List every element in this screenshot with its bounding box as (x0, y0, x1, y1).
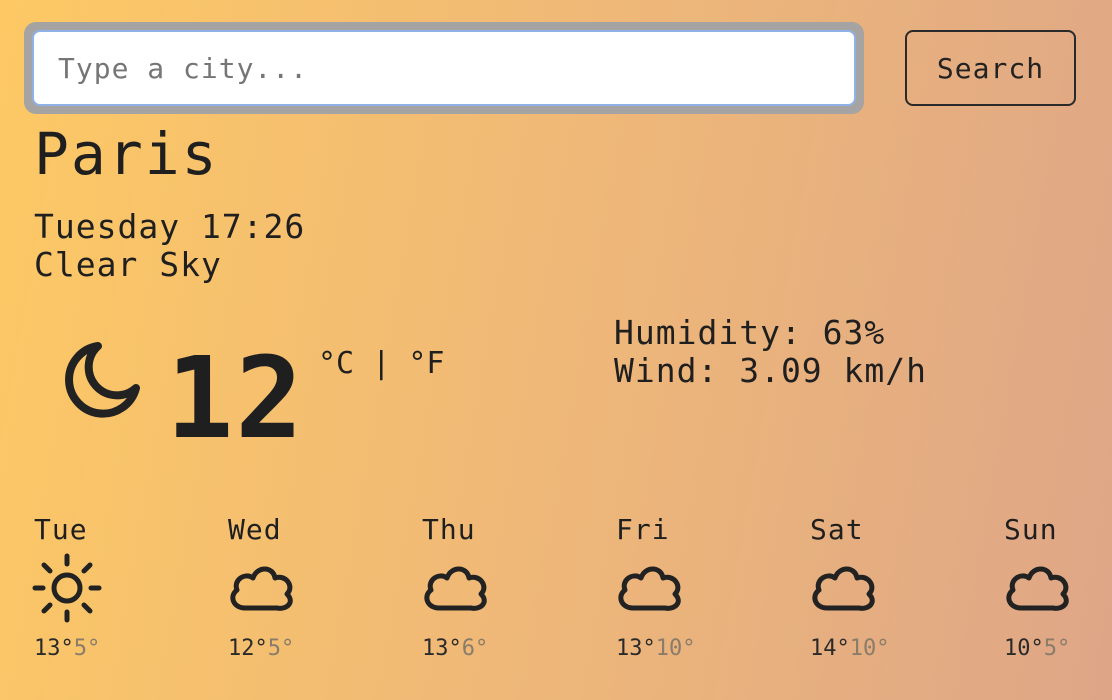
forecast-min-temp: 5° (267, 636, 295, 661)
conditions: Humidity: 63% Wind: 3.09 km/h (614, 314, 927, 390)
forecast-day-name: Sun (1004, 513, 1058, 546)
forecast-max-temp: 10° (1004, 636, 1044, 661)
cloud-icon (613, 552, 685, 624)
unit-toggle: °C | °F (318, 344, 444, 384)
forecast-day-name: Sat (810, 513, 864, 546)
forecast-min-temp: 10° (655, 636, 696, 661)
forecast-day: Wed 12°5° (228, 512, 348, 662)
search-input-wrapper (24, 22, 864, 114)
forecast-max-temp: 13° (616, 636, 656, 661)
forecast: Tue 13°5° Wed 12°5° Thu 13°6° Fri 13°10°… (31, 512, 1094, 682)
search-button[interactable]: Search (905, 30, 1076, 106)
celsius-link[interactable]: °C (318, 346, 354, 381)
humidity: Humidity: 63% (614, 313, 886, 352)
cloud-icon (225, 552, 297, 624)
forecast-day-name: Fri (616, 513, 670, 546)
forecast-day: Sun 10°5° (1004, 512, 1112, 662)
sun-icon (31, 552, 103, 624)
forecast-min-temp: 5° (1043, 636, 1071, 661)
forecast-max-temp: 12° (228, 636, 268, 661)
forecast-min-temp: 10° (849, 636, 890, 661)
date-time: Tuesday 17:26 (34, 207, 306, 246)
cloud-icon (1001, 552, 1073, 624)
moon-icon (60, 338, 144, 422)
forecast-temps: 13°10° (616, 636, 736, 662)
weather-description: Clear Sky (34, 245, 222, 284)
forecast-day: Sat 14°10° (810, 512, 930, 662)
current-temperature: 12 (166, 334, 305, 464)
forecast-temps: 12°5° (228, 636, 348, 662)
unit-separator: | (372, 346, 391, 381)
cloud-icon (419, 552, 491, 624)
forecast-min-temp: 5° (73, 636, 101, 661)
forecast-max-temp: 13° (422, 636, 462, 661)
cloud-icon (807, 552, 879, 624)
city-search-input[interactable] (32, 30, 856, 106)
forecast-day: Thu 13°6° (422, 512, 542, 662)
forecast-min-temp: 6° (461, 636, 489, 661)
forecast-temps: 14°10° (810, 636, 930, 662)
forecast-max-temp: 14° (810, 636, 850, 661)
forecast-day-name: Thu (422, 513, 476, 546)
fahrenheit-link[interactable]: °F (408, 346, 444, 381)
forecast-day: Tue 13°5° (31, 512, 154, 662)
forecast-temps: 13°5° (34, 636, 154, 662)
weather-details: Tuesday 17:26 Clear Sky (34, 208, 305, 284)
forecast-temps: 13°6° (422, 636, 542, 662)
forecast-max-temp: 13° (34, 636, 74, 661)
forecast-day-name: Wed (228, 513, 282, 546)
wind-speed: Wind: 3.09 km/h (614, 351, 928, 390)
forecast-day: Fri 13°10° (616, 512, 736, 662)
forecast-temps: 10°5° (1004, 636, 1112, 662)
city-name: Paris (34, 120, 219, 188)
search-form: Search (24, 22, 1076, 114)
forecast-day-name: Tue (34, 513, 88, 546)
